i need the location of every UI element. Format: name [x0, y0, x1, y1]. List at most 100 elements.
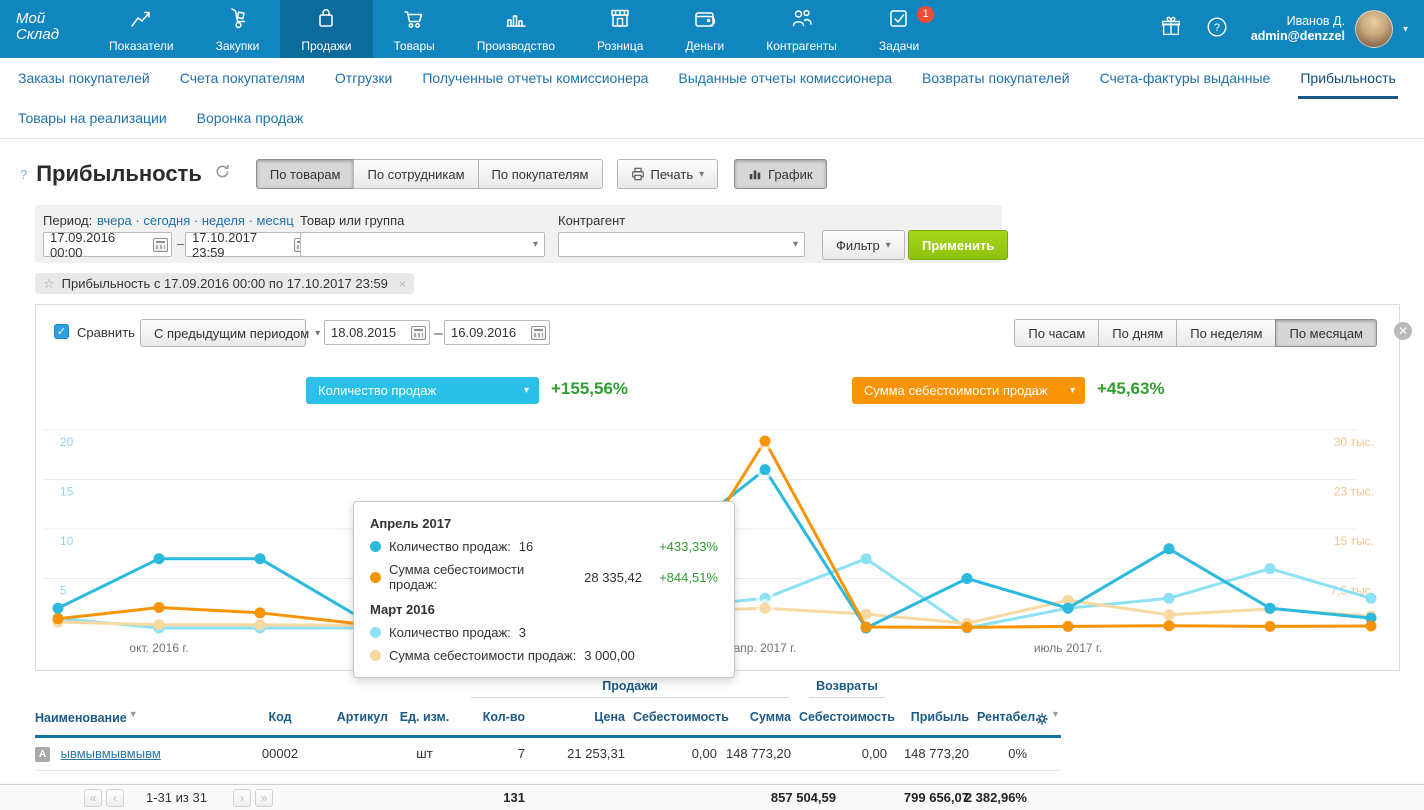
- nav-goods[interactable]: Товары: [373, 0, 456, 58]
- close-compare-icon[interactable]: ✕: [1394, 322, 1412, 340]
- first-page-button[interactable]: «: [84, 789, 102, 807]
- counterparty-label: Контрагент: [558, 213, 625, 228]
- col-article[interactable]: Артикул: [318, 701, 396, 736]
- next-page-button[interactable]: ›: [233, 789, 251, 807]
- subnav-issued-commission-reports[interactable]: Выданные отчеты комиссионера: [678, 70, 892, 86]
- product-avatar: А: [35, 747, 50, 762]
- tooltip-value: 28 335,42: [584, 570, 642, 585]
- calendar-icon[interactable]: [411, 326, 426, 340]
- print-button[interactable]: Печать ▾: [617, 159, 719, 189]
- subnav-shipments[interactable]: Отгрузки: [335, 70, 392, 86]
- tab-by-employees[interactable]: По сотрудникам: [353, 159, 478, 189]
- col-unit[interactable]: Ед. изм.: [396, 701, 461, 736]
- granularity-by-months[interactable]: По месяцам: [1275, 319, 1377, 347]
- chevron-down-icon: ▾: [1070, 385, 1075, 396]
- cell-cost: 0,00: [633, 736, 725, 770]
- product-combobox[interactable]: ▾: [300, 232, 545, 257]
- subnav-sales-funnel[interactable]: Воронка продаж: [197, 110, 304, 126]
- sort-icon: ▼: [129, 709, 138, 719]
- subnav-customer-invoices[interactable]: Счета покупателям: [180, 70, 305, 86]
- logo-line1: Мой: [16, 11, 82, 27]
- tooltip-value: 3: [519, 625, 526, 640]
- col-price[interactable]: Цена: [533, 701, 633, 736]
- date-from-input[interactable]: 17.09.2016 00:00: [43, 232, 172, 257]
- avatar[interactable]: [1355, 10, 1393, 48]
- nav-retail[interactable]: Розница: [576, 0, 664, 58]
- granularity-by-weeks[interactable]: По неделям: [1176, 319, 1276, 347]
- series-count-selector[interactable]: Количество продаж ▾: [306, 377, 539, 404]
- period-shortcuts[interactable]: вчера · сегодня · неделя · месяц: [97, 213, 294, 228]
- date-to-input[interactable]: 17.10.2017 23:59: [185, 232, 313, 257]
- calendar-icon[interactable]: [153, 238, 168, 252]
- user-email: admin@denzzel: [1251, 29, 1345, 44]
- nav-sales[interactable]: Продажи: [280, 0, 372, 58]
- gift-icon[interactable]: [1159, 15, 1183, 44]
- nav-counterparties[interactable]: Контрагенты: [745, 0, 858, 58]
- col-cost[interactable]: Себестоимость: [633, 701, 725, 736]
- close-icon[interactable]: ×: [399, 277, 406, 291]
- last-page-button[interactable]: »: [255, 789, 273, 807]
- app-window: Мой Склад Показатели Закупки Продажи Тов…: [0, 0, 1424, 810]
- nav-indicators[interactable]: Показатели: [88, 0, 195, 58]
- apply-button[interactable]: Применить: [908, 230, 1008, 260]
- series-dot-icon: [370, 572, 381, 583]
- refresh-icon[interactable]: [215, 164, 230, 184]
- granularity-by-hours[interactable]: По часам: [1014, 319, 1099, 347]
- col-margin[interactable]: Рентабел...: [977, 701, 1035, 736]
- subnav-consignment-goods[interactable]: Товары на реализации: [18, 110, 167, 126]
- chevron-down-icon: ▾: [533, 239, 538, 250]
- filter-button[interactable]: Фильтр ▾: [822, 230, 905, 260]
- series-count-delta: +155,56%: [551, 379, 628, 399]
- saved-filter-chip[interactable]: ☆ Прибыльность с 17.09.2016 00:00 по 17.…: [35, 273, 414, 294]
- cell-sum: 148 773,20: [725, 736, 799, 770]
- compare-checkbox[interactable]: [54, 324, 69, 339]
- subnav-received-commission-reports[interactable]: Полученные отчеты комиссионера: [422, 70, 648, 86]
- app-logo[interactable]: Мой Склад: [0, 0, 88, 58]
- user-menu[interactable]: Иванов Д. admin@denzzel ▾: [1251, 10, 1408, 48]
- col-profit[interactable]: Прибыль: [895, 701, 977, 736]
- tooltip-current-title: Апрель 2017: [370, 516, 718, 531]
- table-row[interactable]: А ывмывмывмывм 00002 шт 7 21 253,31 0,00…: [35, 736, 1061, 770]
- context-help-icon[interactable]: ?: [20, 167, 27, 182]
- main-nav: Показатели Закупки Продажи Товары Произв…: [88, 0, 940, 58]
- topbar-right: ? Иванов Д. admin@denzzel ▾: [1159, 0, 1424, 58]
- col-return-cost[interactable]: Себестоимость: [799, 701, 895, 736]
- help-icon[interactable]: ?: [1205, 15, 1229, 44]
- tooltip-label: Сумма себестоимости продаж:: [389, 562, 576, 592]
- nav-money[interactable]: Деньги: [664, 0, 745, 58]
- counterparty-combobox[interactable]: ▾: [558, 232, 805, 257]
- col-qty[interactable]: Кол-во: [461, 701, 533, 736]
- prev-page-button[interactable]: ‹: [106, 789, 124, 807]
- nav-tasks[interactable]: Задачи 1: [858, 0, 940, 58]
- chart-toggle-button[interactable]: График: [734, 159, 826, 189]
- subnav-profitability[interactable]: Прибыльность: [1300, 70, 1395, 86]
- column-settings[interactable]: ▼: [1035, 701, 1061, 736]
- nav-purchases[interactable]: Закупки: [195, 0, 281, 58]
- compare-date-to-input[interactable]: 16.09.2016: [444, 320, 550, 345]
- tab-by-customers[interactable]: По покупателям: [478, 159, 603, 189]
- col-code[interactable]: Код: [250, 701, 318, 736]
- handtruck-icon: [224, 6, 250, 35]
- subnav-customer-orders[interactable]: Заказы покупателей: [18, 70, 150, 86]
- series-cost-selector[interactable]: Сумма себестоимости продаж ▾: [852, 377, 1085, 404]
- compare-date-from-input[interactable]: 18.08.2015: [324, 320, 430, 345]
- profitability-table: Продажи Возвраты Наименование▼ Код Артик…: [35, 679, 1061, 771]
- svg-text:23 тыс.: 23 тыс.: [1334, 485, 1374, 499]
- tab-by-products[interactable]: По товарам: [256, 159, 355, 189]
- print-label: Печать: [651, 167, 694, 182]
- chevron-down-icon: ▾: [699, 169, 704, 180]
- svg-text:15: 15: [60, 485, 74, 499]
- subnav-issued-vat-invoices[interactable]: Счета-фактуры выданные: [1100, 70, 1271, 86]
- cell-qty: 7: [461, 736, 533, 770]
- svg-text:30 тыс.: 30 тыс.: [1334, 435, 1374, 449]
- subnav-customer-returns[interactable]: Возвраты покупателей: [922, 70, 1070, 86]
- col-sum[interactable]: Сумма: [725, 701, 799, 736]
- gear-icon: [1035, 712, 1049, 726]
- star-icon[interactable]: ☆: [43, 276, 55, 292]
- compare-mode-dropdown[interactable]: С предыдущим периодом ▾: [140, 319, 306, 347]
- col-name[interactable]: Наименование▼: [35, 701, 250, 736]
- product-link[interactable]: ывмывмывмывм: [61, 746, 161, 761]
- nav-production[interactable]: Производство: [456, 0, 576, 58]
- calendar-icon[interactable]: [531, 326, 546, 340]
- granularity-by-days[interactable]: По дням: [1098, 319, 1177, 347]
